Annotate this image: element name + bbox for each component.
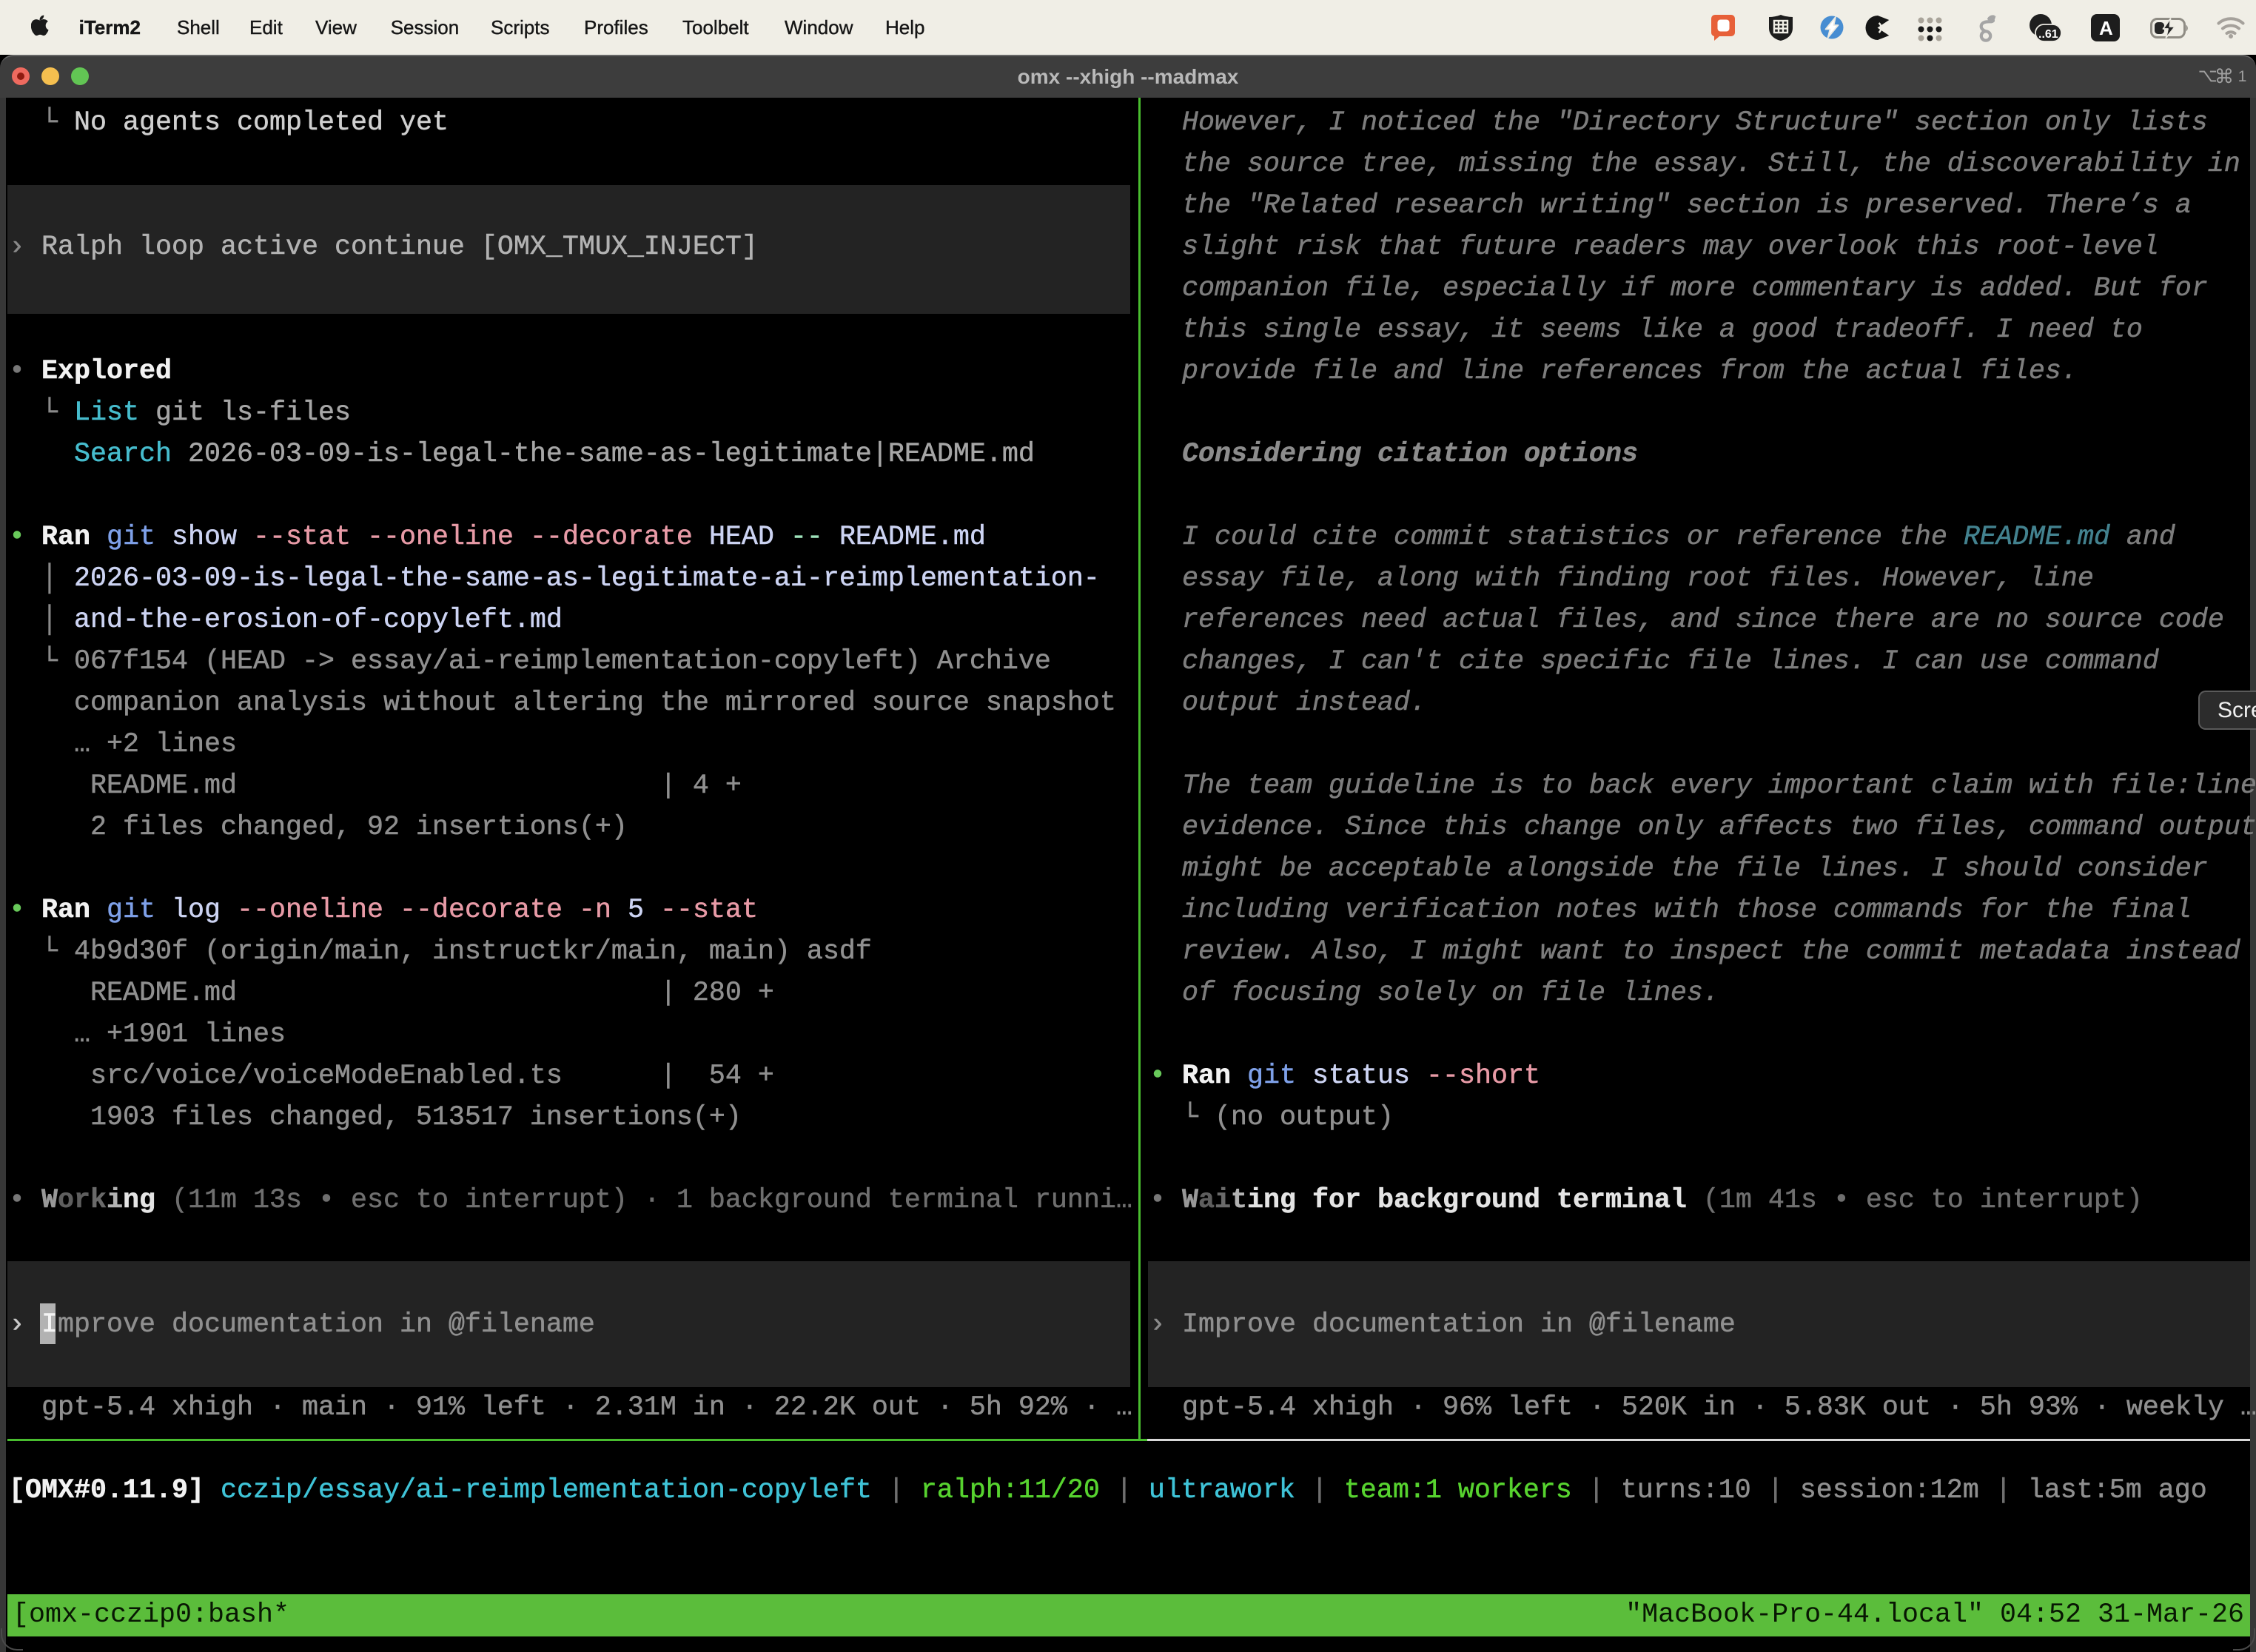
svg-text:1: 1 bbox=[2238, 68, 2246, 85]
svg-text:..61: ..61 bbox=[2038, 28, 2058, 41]
svg-text:A: A bbox=[2099, 17, 2113, 39]
